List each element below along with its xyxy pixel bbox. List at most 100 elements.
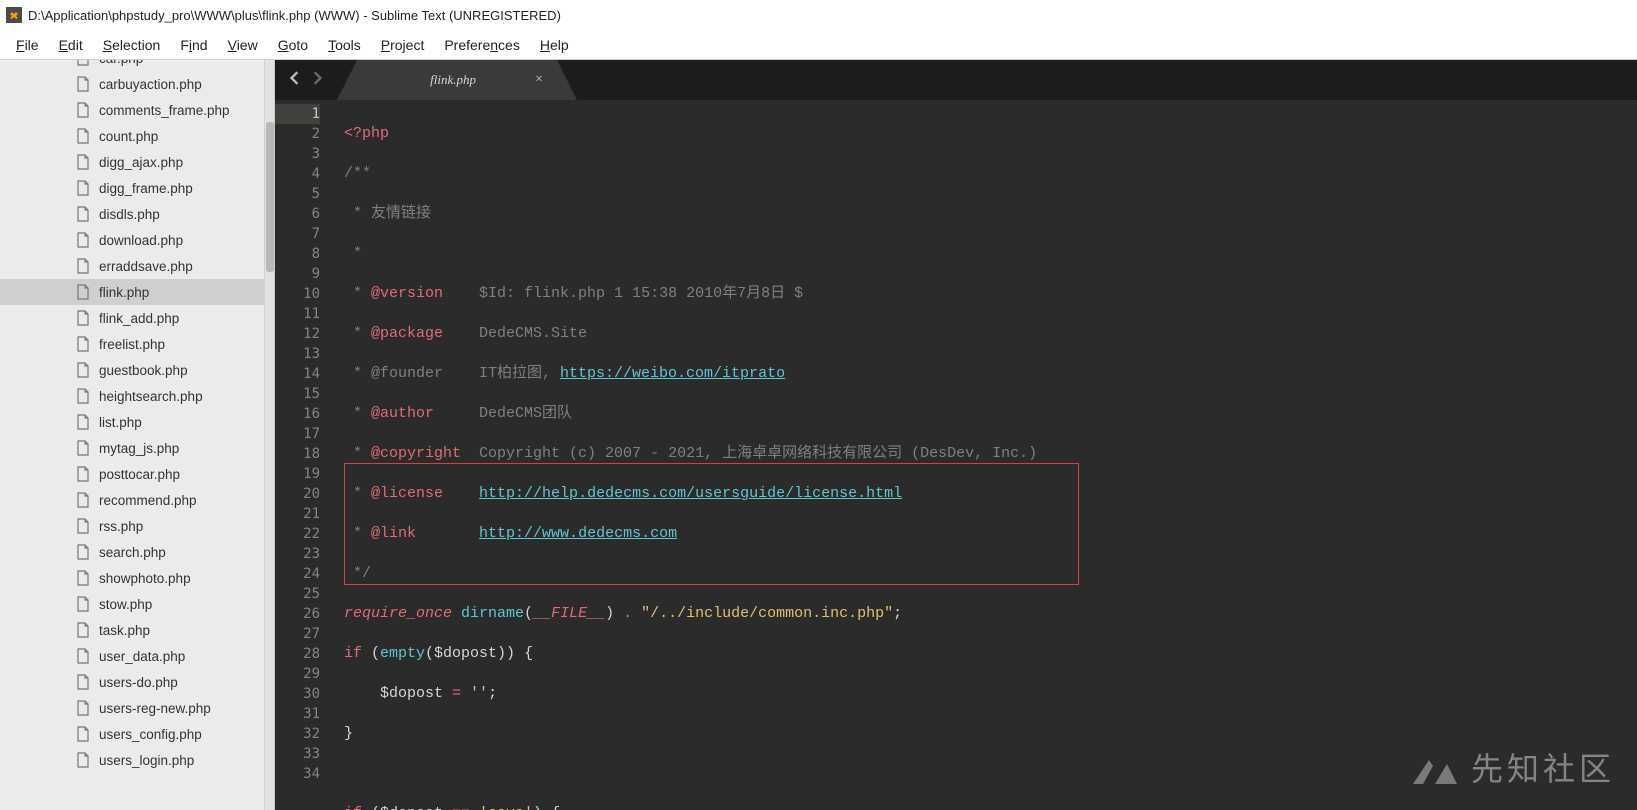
code-line: } bbox=[344, 724, 1637, 744]
menu-item[interactable]: View bbox=[218, 33, 268, 57]
sidebar-file-label: flink_add.php bbox=[99, 311, 179, 326]
sidebar-file[interactable]: freelist.php bbox=[0, 331, 264, 357]
code-line: /** bbox=[344, 164, 1637, 184]
sidebar-file-label: recommend.php bbox=[99, 493, 197, 508]
sidebar-file-label: erraddsave.php bbox=[99, 259, 193, 274]
sidebar-file[interactable]: task.php bbox=[0, 617, 264, 643]
sidebar-file-label: stow.php bbox=[99, 597, 152, 612]
app-icon bbox=[6, 7, 22, 23]
sidebar-file-label: showphoto.php bbox=[99, 571, 191, 586]
code-line: <?php bbox=[344, 124, 1637, 144]
code-line: * @package DedeCMS.Site bbox=[344, 324, 1637, 344]
sidebar-scrollbar-thumb[interactable] bbox=[266, 122, 274, 272]
code-line: if (empty($dopost)) { bbox=[344, 644, 1637, 664]
menu-item[interactable]: Tools bbox=[318, 33, 371, 57]
menu-item[interactable]: Edit bbox=[49, 33, 93, 57]
code-line: $dopost = ''; bbox=[344, 684, 1637, 704]
sidebar-file-label: rss.php bbox=[99, 519, 143, 534]
sidebar-file-label: download.php bbox=[99, 233, 183, 248]
sidebar-file-label: disdls.php bbox=[99, 207, 160, 222]
code-line: require_once dirname(__FILE__) . "/../in… bbox=[344, 604, 1637, 624]
sidebar-file-label: users_login.php bbox=[99, 753, 194, 768]
sidebar-file[interactable]: users_login.php bbox=[0, 747, 264, 773]
sidebar-file[interactable]: recommend.php bbox=[0, 487, 264, 513]
menu-item[interactable]: File bbox=[6, 33, 49, 57]
editor: flink.php × 1234567891011121314151617181… bbox=[275, 60, 1637, 810]
sidebar-file-label: posttocar.php bbox=[99, 467, 180, 482]
code-line: * @license http://help.dedecms.com/users… bbox=[344, 484, 1637, 504]
sidebar-file[interactable]: posttocar.php bbox=[0, 461, 264, 487]
sidebar-file[interactable]: users-reg-new.php bbox=[0, 695, 264, 721]
sidebar-file[interactable]: users-do.php bbox=[0, 669, 264, 695]
sidebar-file-label: users_config.php bbox=[99, 727, 202, 742]
sidebar-file[interactable]: erraddsave.php bbox=[0, 253, 264, 279]
sidebar-file-label: carbuyaction.php bbox=[99, 77, 202, 92]
sidebar-file-label: count.php bbox=[99, 129, 158, 144]
menu-item[interactable]: Selection bbox=[93, 33, 171, 57]
sidebar-file-label: heightsearch.php bbox=[99, 389, 203, 404]
sidebar-file[interactable]: search.php bbox=[0, 539, 264, 565]
sidebar-file-label: mytag_js.php bbox=[99, 441, 179, 456]
menu-item[interactable]: Find bbox=[170, 33, 217, 57]
menu-item[interactable]: Preferences bbox=[434, 33, 530, 57]
sidebar-file[interactable]: user_data.php bbox=[0, 643, 264, 669]
sidebar-file[interactable]: mytag_js.php bbox=[0, 435, 264, 461]
sidebar-file[interactable]: heightsearch.php bbox=[0, 383, 264, 409]
code-line: * @link http://www.dedecms.com bbox=[344, 524, 1637, 544]
sidebar-file-label: digg_ajax.php bbox=[99, 155, 183, 170]
title-bar: D:\Application\phpstudy_pro\WWW\plus\fli… bbox=[0, 0, 1637, 30]
tab-label: flink.php bbox=[371, 72, 535, 88]
window-title: D:\Application\phpstudy_pro\WWW\plus\fli… bbox=[28, 8, 561, 23]
menu-item[interactable]: Goto bbox=[268, 33, 318, 57]
sidebar-file[interactable]: users_config.php bbox=[0, 721, 264, 747]
sidebar-file[interactable]: stow.php bbox=[0, 591, 264, 617]
sidebar-file-label: list.php bbox=[99, 415, 142, 430]
sidebar-file[interactable]: car.php bbox=[0, 60, 264, 71]
sidebar-file-label: digg_frame.php bbox=[99, 181, 193, 196]
tab-bar: flink.php × bbox=[275, 60, 1637, 100]
code-line: * @version $Id: flink.php 1 15:38 2010年7… bbox=[344, 284, 1637, 304]
code-line bbox=[344, 764, 1637, 784]
sidebar-file-label: car.php bbox=[99, 60, 143, 66]
sidebar-file[interactable]: carbuyaction.php bbox=[0, 71, 264, 97]
code-line: if ($dopost == 'save') { bbox=[344, 804, 1637, 810]
line-gutter: 1234567891011121314151617181920212223242… bbox=[275, 100, 330, 810]
sidebar-file[interactable]: digg_ajax.php bbox=[0, 149, 264, 175]
code-line: * @copyright Copyright (c) 2007 - 2021, … bbox=[344, 444, 1637, 464]
sidebar-scrollbar[interactable] bbox=[264, 60, 274, 810]
sidebar-file[interactable]: flink.php bbox=[0, 279, 264, 305]
nav-forward-icon[interactable] bbox=[311, 71, 323, 90]
sidebar-file-label: flink.php bbox=[99, 285, 149, 300]
sidebar-file-label: users-reg-new.php bbox=[99, 701, 211, 716]
menu-item[interactable]: Project bbox=[371, 33, 435, 57]
tab-flink[interactable]: flink.php × bbox=[357, 60, 557, 100]
sidebar-file[interactable]: digg_frame.php bbox=[0, 175, 264, 201]
menu-item[interactable]: Help bbox=[530, 33, 579, 57]
sidebar-file[interactable]: count.php bbox=[0, 123, 264, 149]
sidebar-file[interactable]: showphoto.php bbox=[0, 565, 264, 591]
sidebar-file[interactable]: disdls.php bbox=[0, 201, 264, 227]
code-line: * @author DedeCMS团队 bbox=[344, 404, 1637, 424]
sidebar-file[interactable]: rss.php bbox=[0, 513, 264, 539]
tab-close-icon[interactable]: × bbox=[535, 72, 543, 88]
sidebar-file-label: user_data.php bbox=[99, 649, 185, 664]
sidebar-file-label: users-do.php bbox=[99, 675, 178, 690]
sidebar: car.php carbuyaction.php comments_frame.ph… bbox=[0, 60, 275, 810]
code-line: * 友情链接 bbox=[344, 204, 1637, 224]
sidebar-file[interactable]: comments_frame.php bbox=[0, 97, 264, 123]
sidebar-file[interactable]: download.php bbox=[0, 227, 264, 253]
sidebar-file[interactable]: guestbook.php bbox=[0, 357, 264, 383]
code-line: * bbox=[344, 244, 1637, 264]
sidebar-file-label: guestbook.php bbox=[99, 363, 188, 378]
code-area[interactable]: <?php /** * 友情链接 * * @version $Id: flink… bbox=[330, 100, 1637, 810]
sidebar-file-label: search.php bbox=[99, 545, 166, 560]
code-line: */ bbox=[344, 564, 1637, 584]
sidebar-file-label: task.php bbox=[99, 623, 150, 638]
code-line: * @founder IT柏拉图, https://weibo.com/itpr… bbox=[344, 364, 1637, 384]
nav-back-icon[interactable] bbox=[289, 71, 301, 90]
sidebar-file[interactable]: flink_add.php bbox=[0, 305, 264, 331]
sidebar-file-label: freelist.php bbox=[99, 337, 165, 352]
sidebar-file[interactable]: list.php bbox=[0, 409, 264, 435]
sidebar-file-label: comments_frame.php bbox=[99, 103, 230, 118]
menu-bar: FileEditSelectionFindViewGotoToolsProjec… bbox=[0, 30, 1637, 60]
